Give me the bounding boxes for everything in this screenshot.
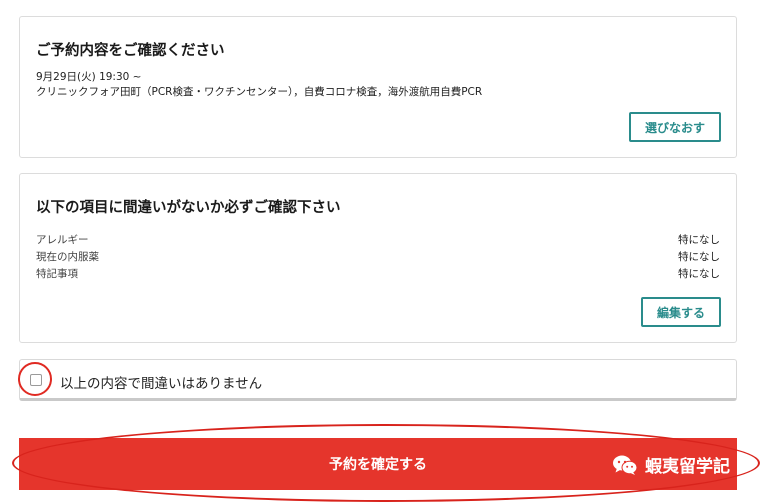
confirm-items-title: 以下の項目に間違いがないか必ずご確認下さい bbox=[36, 200, 341, 216]
watermark: 蝦夷留学記 bbox=[612, 452, 730, 477]
watermark-text: 蝦夷留学記 bbox=[645, 457, 730, 477]
agreement-checkbox[interactable] bbox=[30, 374, 42, 386]
confirm-items-card: 以下の項目に間違いがないか必ずご確認下さい アレルギー 特になし 現在の内服薬 … bbox=[19, 173, 737, 343]
agreement-box[interactable]: 以上の内容で間違いはありません bbox=[19, 359, 737, 401]
reservation-clinic: クリニックフォア田町（PCR検査・ワクチンセンター），自費コロナ検査，海外渡航用… bbox=[36, 86, 483, 98]
confirm-row-medication: 現在の内服薬 特になし bbox=[36, 249, 720, 265]
edit-button[interactable]: 編集する bbox=[641, 297, 721, 327]
confirm-row-allergy: アレルギー 特になし bbox=[36, 232, 720, 248]
reservation-summary-card: ご予約内容をご確認ください 9月29日(火) 19:30 ~ クリニックフォア田… bbox=[19, 16, 737, 158]
row-label: 特記事項 bbox=[36, 268, 78, 280]
row-label: 現在の内服薬 bbox=[36, 251, 99, 263]
agreement-label[interactable]: 以上の内容で間違いはありません bbox=[60, 372, 262, 392]
row-label: アレルギー bbox=[36, 234, 89, 246]
row-value: 特になし bbox=[678, 268, 720, 280]
confirm-row-notes: 特記事項 特になし bbox=[36, 266, 720, 282]
rechoose-button[interactable]: 選びなおす bbox=[629, 112, 721, 142]
reservation-datetime: 9月29日(火) 19:30 ~ bbox=[36, 71, 142, 83]
row-value: 特になし bbox=[678, 234, 720, 246]
reservation-title: ご予約内容をご確認ください bbox=[36, 43, 225, 59]
wechat-icon bbox=[613, 455, 638, 475]
row-value: 特になし bbox=[678, 251, 720, 263]
